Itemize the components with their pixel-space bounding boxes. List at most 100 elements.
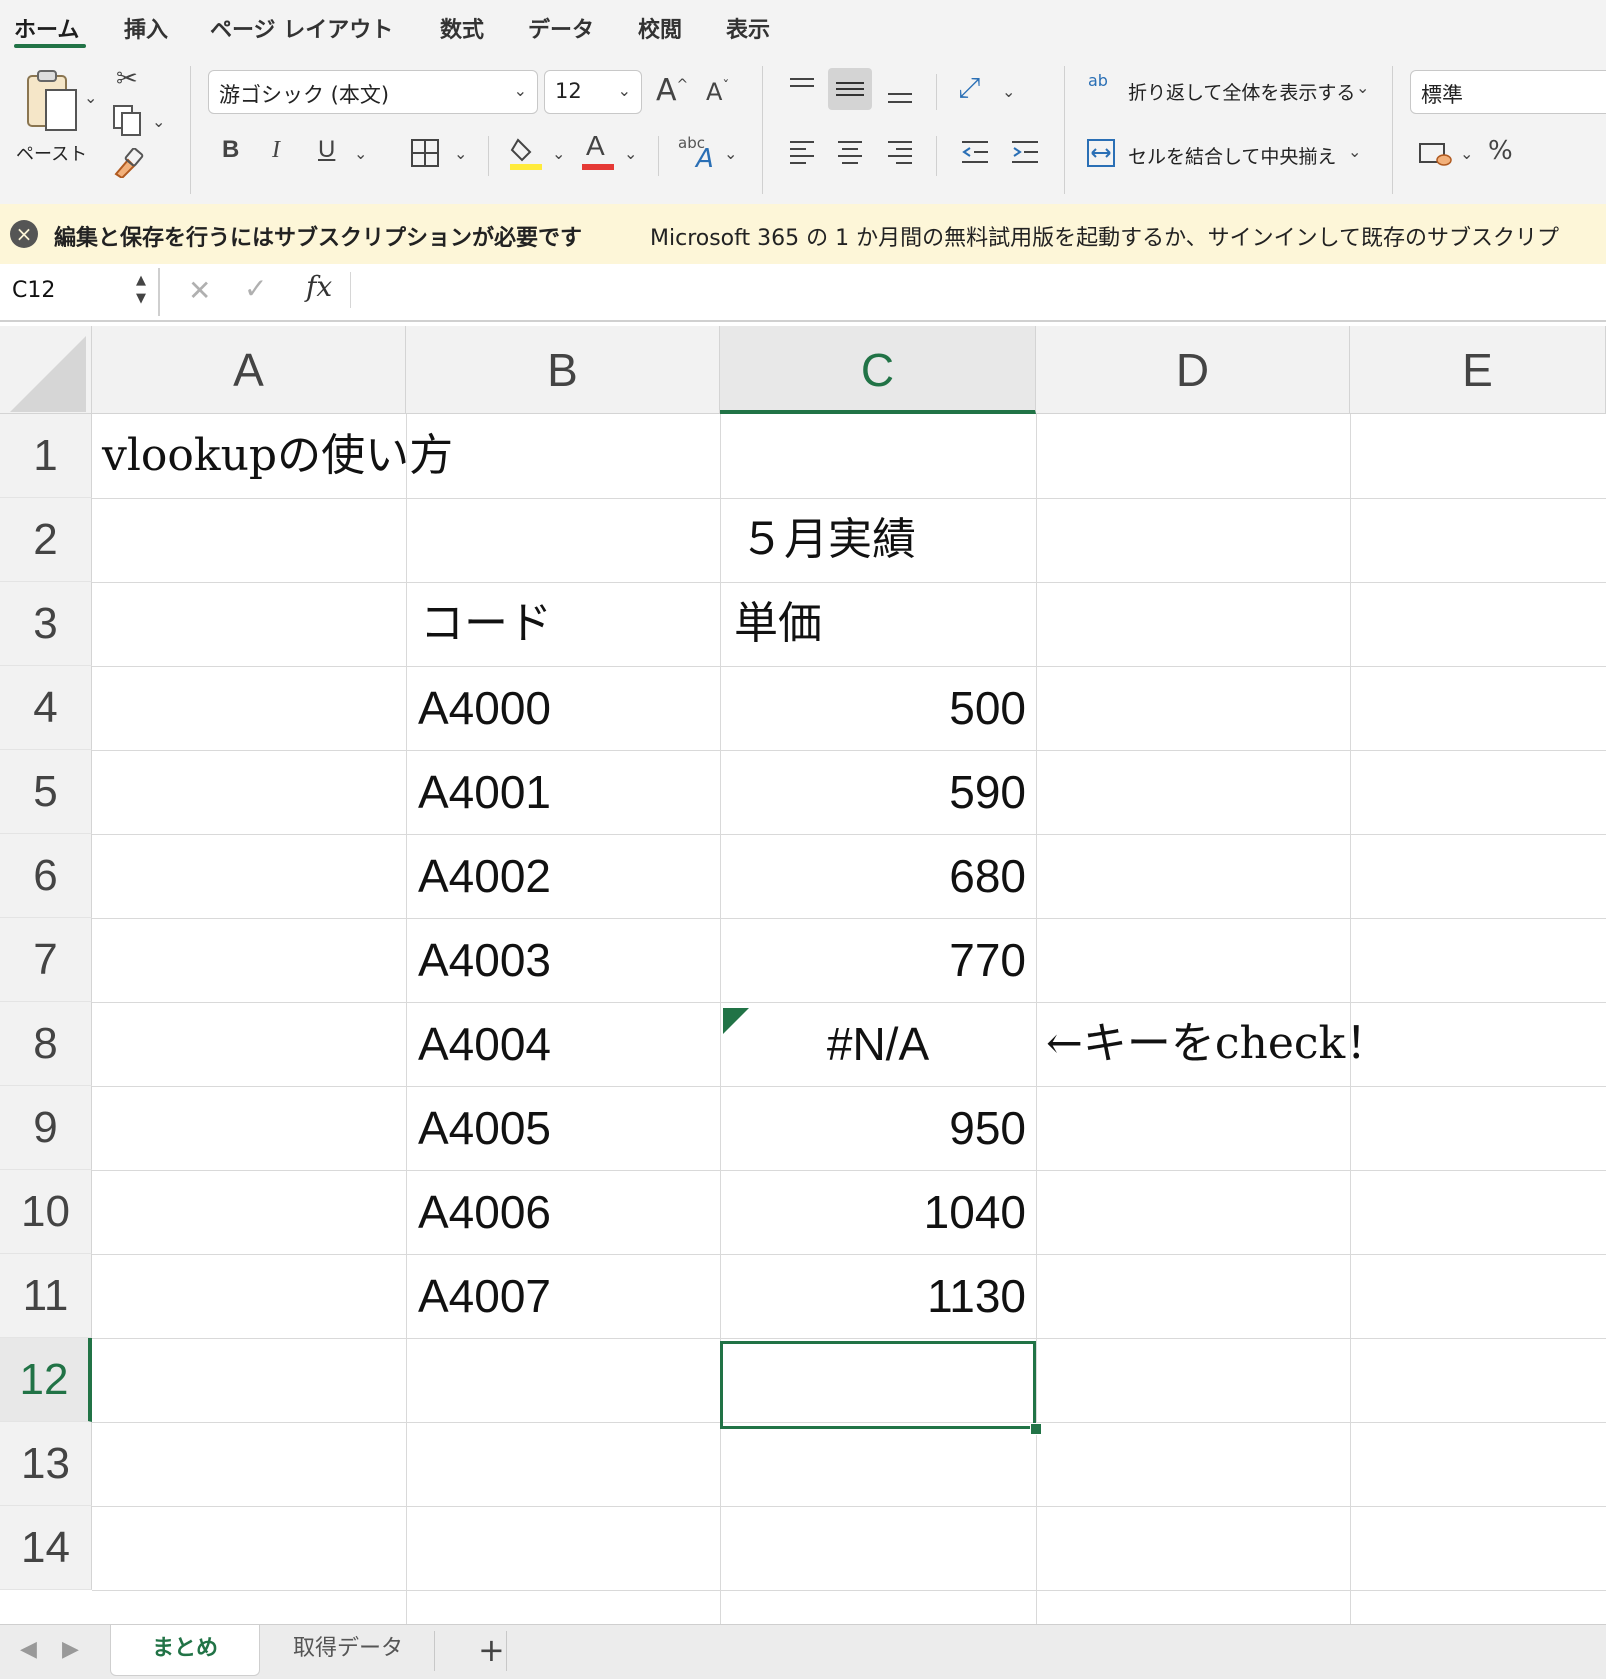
row-header-7[interactable]: 7 xyxy=(0,918,92,1002)
column-header-a[interactable]: A xyxy=(92,326,406,414)
row-header-6[interactable]: 6 xyxy=(0,834,92,918)
format-painter-icon[interactable] xyxy=(112,148,144,178)
percent-icon[interactable]: % xyxy=(1488,138,1513,164)
sheet-tab-summary[interactable]: まとめ xyxy=(110,1625,260,1676)
next-sheet-arrow-icon[interactable]: ▶ xyxy=(62,1637,79,1662)
orientation-icon[interactable]: ⤢ xyxy=(958,74,980,102)
increase-indent-icon[interactable] xyxy=(1010,138,1040,166)
error-indicator-icon[interactable] xyxy=(723,1008,749,1034)
cell-b9[interactable]: A4005 xyxy=(418,1086,551,1170)
name-box-stepper-icon[interactable]: ▲ ▼ xyxy=(136,272,146,308)
column-header-d[interactable]: D xyxy=(1036,326,1350,414)
shrink-font-icon[interactable]: Aˇ xyxy=(706,80,729,104)
cell-c8-error[interactable]: #N/A xyxy=(720,1002,1036,1086)
formula-input[interactable] xyxy=(360,272,1594,310)
number-format-select[interactable]: 標準 xyxy=(1410,70,1606,114)
cancel-x-icon[interactable]: ✕ xyxy=(188,274,211,307)
cell-c9[interactable]: 950 xyxy=(720,1086,1026,1170)
align-top-icon[interactable] xyxy=(788,76,816,100)
cell-c6[interactable]: 680 xyxy=(720,834,1026,918)
italic-button[interactable]: I xyxy=(272,138,280,162)
cell-c11[interactable]: 1130 xyxy=(720,1254,1026,1338)
orientation-chevron-down-icon[interactable]: ⌄ xyxy=(1002,82,1015,101)
paste-button[interactable]: ペースト xyxy=(14,68,94,165)
cell-a1[interactable]: vlookupの使い方 xyxy=(102,414,453,498)
cell-c5[interactable]: 590 xyxy=(720,750,1026,834)
tab-data[interactable]: データ xyxy=(528,12,594,44)
row-header-4[interactable]: 4 xyxy=(0,666,92,750)
font-color-button[interactable]: A xyxy=(582,132,614,174)
phonetic-chevron-down-icon[interactable]: ⌄ xyxy=(724,144,737,163)
wrap-text-button[interactable]: ab 折り返して全体を表示する ⌄ xyxy=(1088,72,1378,112)
font-size-select[interactable]: 12 ⌄ xyxy=(544,70,642,114)
select-all-corner[interactable] xyxy=(0,326,92,414)
cell-c7[interactable]: 770 xyxy=(720,918,1026,1002)
cell-c3[interactable]: 単価 xyxy=(734,582,822,666)
row-header-11[interactable]: 11 xyxy=(0,1254,92,1338)
cell-b6[interactable]: A4002 xyxy=(418,834,551,918)
row-header-14[interactable]: 14 xyxy=(0,1506,92,1590)
copy-icon[interactable] xyxy=(112,104,142,136)
cell-c2[interactable]: ５月実績 xyxy=(740,498,916,582)
prev-sheet-arrow-icon[interactable]: ◀ xyxy=(20,1637,37,1662)
row-header-13[interactable]: 13 xyxy=(0,1422,92,1506)
cell-c4[interactable]: 500 xyxy=(720,666,1026,750)
fill-color-chevron-down-icon[interactable]: ⌄ xyxy=(552,144,565,163)
row-header-12[interactable]: 12 xyxy=(0,1338,92,1422)
underline-chevron-down-icon[interactable]: ⌄ xyxy=(354,144,367,163)
currency-chevron-down-icon[interactable]: ⌄ xyxy=(1460,144,1473,163)
cell-b4[interactable]: A4000 xyxy=(418,666,551,750)
tab-view[interactable]: 表示 xyxy=(726,12,770,44)
row-header-3[interactable]: 3 xyxy=(0,582,92,666)
tab-home[interactable]: ホーム xyxy=(14,12,79,44)
row-header-8[interactable]: 8 xyxy=(0,1002,92,1086)
cell-c10[interactable]: 1040 xyxy=(720,1170,1026,1254)
insert-function-button[interactable]: fx xyxy=(306,270,332,303)
borders-chevron-down-icon[interactable]: ⌄ xyxy=(454,144,467,163)
row-header-1[interactable]: 1 xyxy=(0,414,92,498)
align-bottom-icon[interactable] xyxy=(886,82,914,106)
copy-chevron-down-icon[interactable]: ⌄ xyxy=(152,112,165,131)
enter-check-icon[interactable]: ✓ xyxy=(244,272,267,305)
borders-icon[interactable] xyxy=(410,138,440,168)
fill-handle[interactable] xyxy=(1030,1423,1042,1435)
row-header-2[interactable]: 2 xyxy=(0,498,92,582)
row-header-9[interactable]: 9 xyxy=(0,1086,92,1170)
phonetic-guide-icon[interactable]: A xyxy=(696,146,714,172)
cell-b5[interactable]: A4001 xyxy=(418,750,551,834)
align-center-icon[interactable] xyxy=(836,138,864,166)
currency-format-icon[interactable] xyxy=(1418,140,1452,168)
cell-b10[interactable]: A4006 xyxy=(418,1170,551,1254)
column-header-b[interactable]: B xyxy=(406,326,720,414)
fill-color-bucket-icon[interactable] xyxy=(510,134,542,172)
font-name-select[interactable]: 游ゴシック (本文) ⌄ xyxy=(208,70,538,114)
tab-page-layout[interactable]: ページ レイアウト xyxy=(210,12,393,44)
decrease-indent-icon[interactable] xyxy=(960,138,990,166)
cell-b3[interactable]: コード xyxy=(420,582,552,666)
tab-review[interactable]: 校閲 xyxy=(638,12,682,44)
sheet-tab-data[interactable]: 取得データ xyxy=(268,1625,428,1675)
cell-b8[interactable]: A4004 xyxy=(418,1002,551,1086)
merge-center-button[interactable]: セルを結合して中央揃え ⌄ xyxy=(1086,134,1376,174)
align-right-icon[interactable] xyxy=(886,138,914,166)
font-color-chevron-down-icon[interactable]: ⌄ xyxy=(624,144,637,163)
cell-b7[interactable]: A4003 xyxy=(418,918,551,1002)
underline-button[interactable]: U xyxy=(318,138,335,162)
grow-font-icon[interactable]: A^ xyxy=(656,76,688,106)
align-middle-button[interactable] xyxy=(828,68,872,110)
row-header-5[interactable]: 5 xyxy=(0,750,92,834)
name-box[interactable]: C12 ▲ ▼ xyxy=(0,268,160,316)
tab-insert[interactable]: 挿入 xyxy=(124,12,168,44)
cut-scissors-icon[interactable]: ✂ xyxy=(116,66,138,92)
align-left-icon[interactable] xyxy=(788,138,816,166)
close-circle-icon[interactable]: × xyxy=(10,220,38,248)
row-header-10[interactable]: 10 xyxy=(0,1170,92,1254)
tab-formulas[interactable]: 数式 xyxy=(440,12,484,44)
column-header-e[interactable]: E xyxy=(1350,326,1606,414)
cell-b11[interactable]: A4007 xyxy=(418,1254,551,1338)
column-header-c[interactable]: C xyxy=(720,326,1036,414)
add-sheet-plus-icon[interactable]: + xyxy=(478,1631,505,1669)
bold-button[interactable]: B xyxy=(222,138,239,162)
selected-cell-c12[interactable] xyxy=(720,1341,1036,1429)
paste-chevron-down-icon[interactable]: ⌄ xyxy=(84,88,97,107)
